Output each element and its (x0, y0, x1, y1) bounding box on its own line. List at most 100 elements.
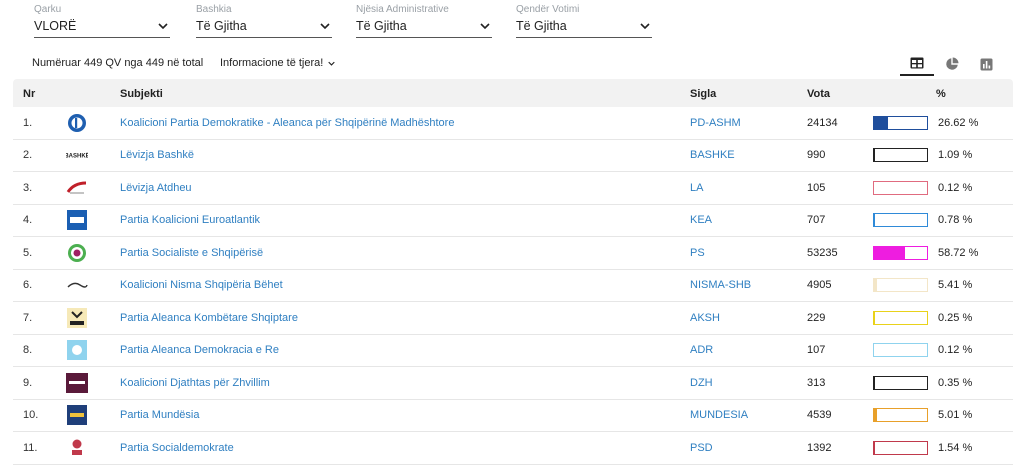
filter-value: Të Gjitha (356, 19, 407, 33)
table-row: 8. Partia Aleanca Demokracia e Re ADR 10… (13, 335, 1013, 367)
party-name-link[interactable]: Koalicioni Djathtas për Zhvillim (120, 377, 270, 389)
vote-share-bar (873, 408, 928, 423)
vote-count: 53235 (807, 246, 838, 259)
adr-logo-icon (65, 339, 89, 361)
vote-count: 107 (807, 344, 826, 357)
vote-count: 707 (807, 214, 826, 227)
row-number: 3. (23, 181, 33, 194)
row-number: 8. (23, 344, 33, 357)
vote-count: 105 (807, 181, 826, 194)
vote-percent: 58.72 % (938, 246, 979, 259)
la-logo-icon (65, 177, 89, 199)
chevron-down-icon (320, 23, 330, 30)
count-summary: Numëruar 449 QV nga 449 në total (32, 57, 204, 69)
vote-share-fill (874, 116, 889, 129)
filter-label: Njësia Administrative (356, 4, 449, 15)
column-header-nr: Nr (23, 88, 36, 100)
bashke-logo-icon: BASHKË (65, 144, 89, 166)
filter-label: Qendër Votimi (516, 4, 580, 15)
filter-value: Të Gjitha (516, 19, 567, 33)
table-row: 3. Lëvizja Atdheu LA 105 0.12 % (13, 172, 1013, 205)
party-acronym-link[interactable]: PS (690, 247, 705, 259)
filter-bashkia[interactable]: Bashkia Të Gjitha (196, 4, 332, 38)
vote-count: 313 (807, 376, 826, 389)
table-row: 11. Partia Socialdemokrate PSD 1392 1.54… (13, 432, 1013, 465)
party-name-link[interactable]: Partia Mundësia (120, 409, 200, 421)
psd-logo-icon (65, 437, 89, 459)
table-body: 1. Koalicioni Partia Demokratike - Alean… (13, 107, 1013, 465)
vote-share-bar (873, 115, 928, 130)
vote-percent: 5.41 % (938, 279, 973, 292)
more-info-toggle[interactable]: Informacione të tjera! (220, 57, 336, 69)
pie-view-button[interactable] (935, 52, 969, 76)
party-acronym-link[interactable]: NISMA-SHB (690, 279, 751, 291)
vote-share-bar (873, 245, 928, 260)
party-acronym-link[interactable]: DZH (690, 377, 713, 389)
filter-bar: Qarku VLORË Bashkia Të Gjitha Njësia Adm… (34, 4, 1024, 38)
chevron-down-icon (480, 23, 490, 30)
vote-share-fill (874, 246, 906, 259)
party-name-link[interactable]: Lëvizja Atdheu (120, 182, 192, 194)
kea-logo-icon (65, 209, 89, 231)
column-header-percent: % (936, 88, 946, 100)
party-name-link[interactable]: Partia Koalicioni Euroatlantik (120, 214, 260, 226)
party-name-link[interactable]: Partia Socialiste e Shqipërisë (120, 247, 263, 259)
svg-text:BASHKË: BASHKË (66, 153, 88, 160)
aksh-logo-icon (65, 307, 89, 329)
vote-share-bar (873, 180, 928, 195)
dzh-logo-icon (65, 372, 89, 394)
filter-label: Qarku (34, 4, 62, 15)
vote-share-fill (874, 149, 875, 162)
filter-qender-votimi[interactable]: Qendër Votimi Të Gjitha (516, 4, 652, 38)
party-acronym-link[interactable]: PD-ASHM (690, 117, 741, 129)
chevron-down-icon (640, 23, 650, 30)
party-name-link[interactable]: Partia Socialdemokrate (120, 442, 234, 454)
bar-chart-icon (980, 58, 992, 70)
party-acronym-link[interactable]: PSD (690, 442, 713, 454)
party-name-link[interactable]: Lëvizja Bashkë (120, 149, 194, 161)
party-name-link[interactable]: Partia Aleanca Demokracia e Re (120, 344, 279, 356)
party-name-link[interactable]: Koalicioni Nisma Shqipëria Bëhet (120, 279, 283, 291)
vote-count: 1392 (807, 441, 832, 454)
table-row: 10. Partia Mundësia MUNDESIA 4539 5.01 % (13, 400, 1013, 432)
filter-value: VLORË (34, 19, 77, 33)
vote-percent: 0.35 % (938, 376, 973, 389)
vote-percent: 0.12 % (938, 181, 973, 194)
party-acronym-link[interactable]: BASHKE (690, 149, 735, 161)
table-view-button[interactable] (900, 52, 934, 76)
row-number: 11. (23, 441, 38, 454)
party-acronym-link[interactable]: AKSH (690, 312, 720, 324)
vote-count: 4539 (807, 409, 832, 422)
filter-underline (34, 37, 170, 38)
vote-percent: 1.09 % (938, 149, 973, 162)
filter-value: Të Gjitha (196, 19, 247, 33)
vote-percent: 26.62 % (938, 116, 979, 129)
filter-qarku[interactable]: Qarku VLORË (34, 4, 170, 38)
party-name-link[interactable]: Koalicioni Partia Demokratike - Aleanca … (120, 117, 454, 129)
table-row: 1. Koalicioni Partia Demokratike - Alean… (13, 107, 1013, 140)
party-acronym-link[interactable]: LA (690, 182, 703, 194)
bar-view-button[interactable] (969, 52, 1003, 76)
table-row: 4. Partia Koalicioni Euroatlantik KEA 70… (13, 205, 1013, 237)
mundesia-logo-icon (65, 404, 89, 426)
vote-share-fill (874, 279, 877, 292)
pd-logo-icon (65, 112, 89, 134)
party-acronym-link[interactable]: ADR (690, 344, 713, 356)
vote-count: 24134 (807, 116, 838, 129)
party-name-link[interactable]: Partia Aleanca Kombëtare Shqiptare (120, 312, 298, 324)
chevron-down-icon (328, 61, 336, 66)
row-number: 5. (23, 246, 33, 259)
vote-percent: 0.12 % (938, 344, 973, 357)
column-header-votes: Vota (807, 88, 831, 100)
vote-share-bar (873, 148, 928, 163)
column-header-sigla: Sigla (690, 88, 717, 100)
vote-percent: 5.01 % (938, 409, 973, 422)
vote-share-bar (873, 213, 928, 228)
vote-count: 4905 (807, 279, 832, 292)
party-acronym-link[interactable]: MUNDESIA (690, 409, 748, 421)
row-number: 9. (23, 376, 33, 389)
party-acronym-link[interactable]: KEA (690, 214, 712, 226)
vote-count: 990 (807, 149, 826, 162)
filter-njesia[interactable]: Njësia Administrative Të Gjitha (356, 4, 492, 38)
table-row: 9. Koalicioni Djathtas për Zhvillim DZH … (13, 367, 1013, 400)
